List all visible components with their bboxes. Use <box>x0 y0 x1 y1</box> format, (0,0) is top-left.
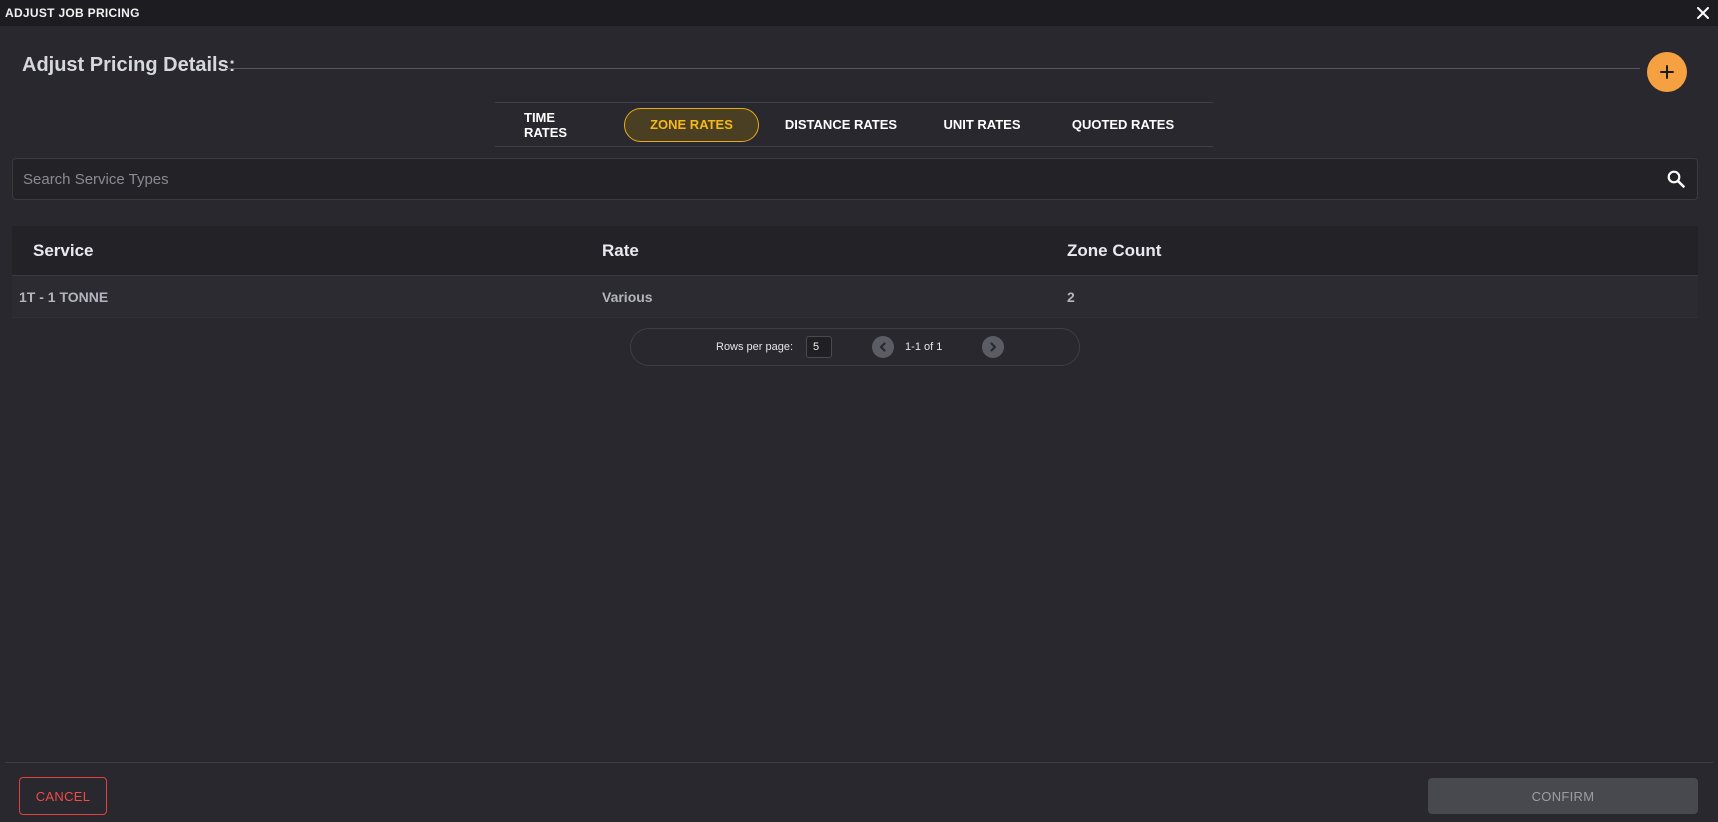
search-icon[interactable] <box>1665 168 1687 190</box>
tab-quoted-rates[interactable]: QUOTED RATES <box>1051 108 1195 142</box>
search-bar <box>12 158 1698 200</box>
tab-unit-rates[interactable]: UNIT RATES <box>915 108 1049 142</box>
search-input[interactable] <box>23 170 1665 188</box>
cell-service: 1T - 1 TONNE <box>19 288 109 305</box>
plus-icon <box>1660 65 1674 79</box>
rate-tabs: TIME RATES ZONE RATES DISTANCE RATES UNI… <box>495 102 1213 147</box>
pagination: Rows per page: 5 1-1 of 1 <box>630 328 1080 366</box>
column-header-rate[interactable]: Rate <box>602 241 1067 261</box>
rows-per-page-select[interactable]: 5 <box>806 336 833 358</box>
close-icon[interactable] <box>1694 4 1712 22</box>
tab-time-rates[interactable]: TIME RATES <box>510 108 614 142</box>
window-title: ADJUST JOB PRICING <box>5 6 140 20</box>
footer-divider <box>5 762 1713 763</box>
cell-rate: Various <box>602 288 653 305</box>
page-title: Adjust Pricing Details: <box>22 54 236 76</box>
table-row[interactable]: 1T - 1 TONNE Various 2 <box>12 276 1698 318</box>
cell-zone-count: 2 <box>1067 288 1075 305</box>
table-header: Service Rate Zone Count <box>12 226 1698 276</box>
tab-distance-rates[interactable]: DISTANCE RATES <box>769 108 913 142</box>
tab-zone-rates[interactable]: ZONE RATES <box>624 107 759 142</box>
chevron-right-icon[interactable] <box>982 336 1005 358</box>
heading-divider <box>226 68 1640 69</box>
page-range: 1-1 of 1 <box>905 341 943 353</box>
rows-per-page-label: Rows per page: <box>716 341 794 353</box>
cancel-button[interactable]: CANCEL <box>19 777 107 815</box>
chevron-left-icon[interactable] <box>872 336 895 358</box>
confirm-button[interactable]: CONFIRM <box>1428 778 1698 814</box>
column-header-service[interactable]: Service <box>12 241 602 261</box>
column-header-zone-count[interactable]: Zone Count <box>1067 241 1698 261</box>
add-button[interactable] <box>1647 52 1687 92</box>
title-bar: ADJUST JOB PRICING <box>0 0 1718 26</box>
service-table: Service Rate Zone Count 1T - 1 TONNE Var… <box>12 226 1698 318</box>
